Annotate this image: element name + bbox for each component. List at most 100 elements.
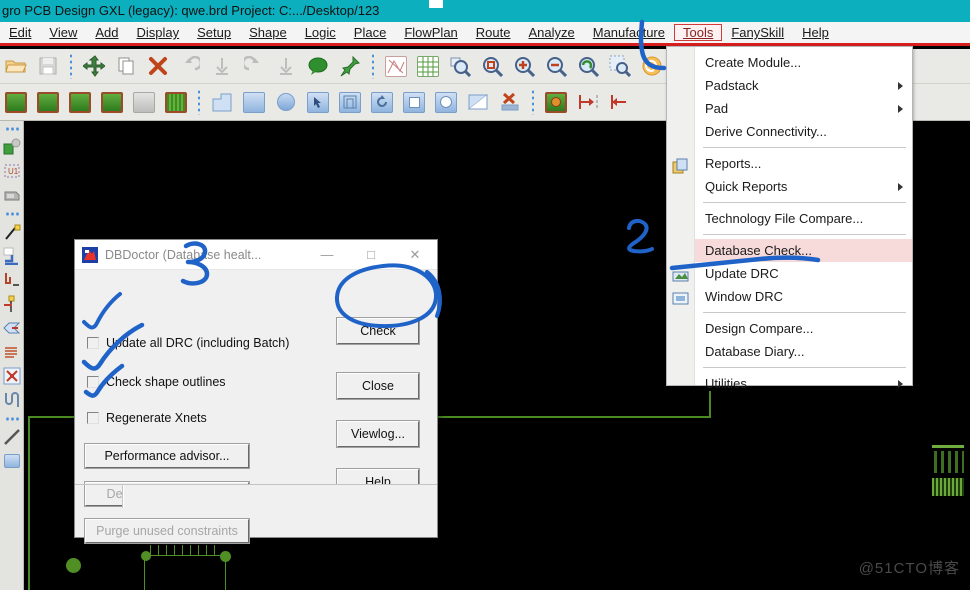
diffpair-icon[interactable] — [2, 317, 22, 339]
shape-circle-icon[interactable] — [272, 88, 300, 116]
menu-item-padstack[interactable]: Padstack — [695, 74, 912, 97]
datum-icon[interactable] — [606, 88, 634, 116]
grid-icon[interactable] — [414, 52, 442, 80]
text-net-icon[interactable] — [2, 341, 22, 363]
menu-item-derive-connectivity[interactable]: Derive Connectivity... — [695, 120, 912, 143]
menu-route[interactable]: Route — [467, 24, 520, 41]
down-arrow-icon[interactable] — [208, 52, 236, 80]
gutter-blank-5 — [667, 177, 694, 200]
comment-icon[interactable] — [304, 52, 332, 80]
ratsnest-icon[interactable] — [382, 52, 410, 80]
save-icon[interactable] — [34, 52, 62, 80]
menubar[interactable]: Edit View Add Display Setup Shape Logic … — [0, 22, 970, 46]
menu-analyze[interactable]: Analyze — [519, 24, 583, 41]
move-icon[interactable] — [80, 52, 108, 80]
refdes-icon[interactable]: U1 — [2, 160, 22, 182]
menu-item-database-diary[interactable]: Database Diary... — [695, 340, 912, 363]
menu-tools[interactable]: Tools — [674, 24, 723, 41]
menu-manufacture[interactable]: Manufacture — [584, 24, 674, 41]
custom-smooth-icon[interactable] — [98, 88, 126, 116]
cross-select-icon[interactable] — [2, 365, 22, 387]
checkbox-row-update-all-drc[interactable]: Update all DRC (including Batch) — [87, 336, 289, 350]
undo-icon[interactable] — [176, 52, 204, 80]
rotate-icon[interactable] — [368, 88, 396, 116]
zoom-window-icon[interactable] — [478, 52, 506, 80]
trace-point-icon[interactable] — [2, 221, 22, 243]
menu-item-pad[interactable]: Pad — [695, 97, 912, 120]
dimension-icon[interactable] — [574, 88, 602, 116]
checkbox-row-regenerate-xnets[interactable]: Regenerate Xnets — [87, 411, 207, 425]
zoom-out-icon[interactable] — [542, 52, 570, 80]
menu-display[interactable]: Display — [128, 24, 189, 41]
fill-icon[interactable] — [464, 88, 492, 116]
menu-item-reports[interactable]: Reports... — [695, 152, 912, 175]
copy-icon[interactable] — [112, 52, 140, 80]
redraw-icon[interactable] — [638, 52, 666, 80]
line-icon[interactable] — [2, 426, 22, 448]
zoom-refresh-icon[interactable] — [574, 52, 602, 80]
package-icon[interactable] — [2, 184, 22, 206]
dialog-maximize-button[interactable]: □ — [349, 240, 393, 269]
tools-menu-items[interactable]: Create Module... Padstack Pad Derive Con… — [695, 47, 912, 391]
checkbox-update-all-drc[interactable] — [87, 337, 99, 349]
part-icon[interactable] — [2, 136, 22, 158]
delete-shape-icon[interactable] — [496, 88, 524, 116]
checkbox-check-shape-outlines[interactable] — [87, 376, 99, 388]
shape-rect-icon[interactable] — [240, 88, 268, 116]
menu-add[interactable]: Add — [86, 24, 127, 41]
route-bus-icon[interactable] — [2, 245, 22, 267]
menu-shape[interactable]: Shape — [240, 24, 296, 41]
menu-setup[interactable]: Setup — [188, 24, 240, 41]
place-part-icon[interactable] — [2, 88, 30, 116]
checkbox-regenerate-xnets[interactable] — [87, 412, 99, 424]
delete-x-icon[interactable] — [144, 52, 172, 80]
menu-item-quick-reports[interactable]: Quick Reports — [695, 175, 912, 198]
zoom-in-icon[interactable] — [510, 52, 538, 80]
dbdoctor-dialog[interactable]: DBDoctor (Database healt... — □ ✕ Update… — [74, 239, 438, 544]
viewlog-button[interactable]: Viewlog... — [336, 420, 420, 448]
menu-item-database-check[interactable]: Database Check... — [695, 239, 912, 262]
tools-dropdown-menu[interactable]: Create Module... Padstack Pad Derive Con… — [666, 46, 913, 391]
menu-view[interactable]: View — [40, 24, 86, 41]
close-button[interactable]: Close — [336, 372, 420, 400]
pin-icon[interactable] — [336, 52, 364, 80]
menu-flowplan[interactable]: FlowPlan — [395, 24, 466, 41]
route-connect-icon[interactable] — [34, 88, 62, 116]
open-folder-icon[interactable] — [2, 52, 30, 80]
menu-item-technology-file-compare[interactable]: Technology File Compare... — [695, 207, 912, 230]
label-icon[interactable] — [542, 88, 570, 116]
circle-icon[interactable] — [432, 88, 460, 116]
menu-item-update-drc[interactable]: Update DRC — [695, 262, 912, 285]
left-toolbar[interactable]: U1 — [0, 121, 24, 590]
via-pin-icon[interactable] — [2, 293, 22, 315]
checkbox-row-check-shape-outlines[interactable]: Check shape outlines — [87, 375, 226, 389]
check-button[interactable]: Check — [336, 317, 420, 345]
menu-item-create-module[interactable]: Create Module... — [695, 51, 912, 74]
zoom-fit-icon[interactable] — [446, 52, 474, 80]
menu-logic[interactable]: Logic — [296, 24, 345, 41]
menu-item-design-compare[interactable]: Design Compare... — [695, 317, 912, 340]
menu-fanyskill[interactable]: FanySkill — [722, 24, 793, 41]
dialog-close-button[interactable]: ✕ — [393, 240, 437, 269]
rect-icon[interactable] — [2, 450, 22, 472]
zoom-selection-icon[interactable] — [606, 52, 634, 80]
square-icon[interactable] — [400, 88, 428, 116]
redo-icon[interactable] — [240, 52, 268, 80]
menu-item-window-drc[interactable]: Window DRC — [695, 285, 912, 308]
slide-icon[interactable] — [66, 88, 94, 116]
purge-unused-constraints-button[interactable]: Purge unused constraints — [84, 518, 250, 544]
menu-item-utilities[interactable]: Utilities — [695, 372, 912, 395]
dialog-minimize-button[interactable]: — — [305, 240, 349, 269]
shape-poly-icon[interactable] — [208, 88, 236, 116]
menu-place[interactable]: Place — [345, 24, 396, 41]
down-arrow-2-icon[interactable] — [272, 52, 300, 80]
menu-edit[interactable]: Edit — [0, 24, 40, 41]
shape-grid-icon[interactable] — [162, 88, 190, 116]
blank-icon[interactable] — [130, 88, 158, 116]
menu-help[interactable]: Help — [793, 24, 838, 41]
meander-icon[interactable] — [2, 389, 22, 411]
shape-select-icon[interactable] — [304, 88, 332, 116]
route-corner-icon[interactable] — [2, 269, 22, 291]
performance-advisor-button[interactable]: Performance advisor... — [84, 443, 250, 469]
shape-nest-icon[interactable] — [336, 88, 364, 116]
